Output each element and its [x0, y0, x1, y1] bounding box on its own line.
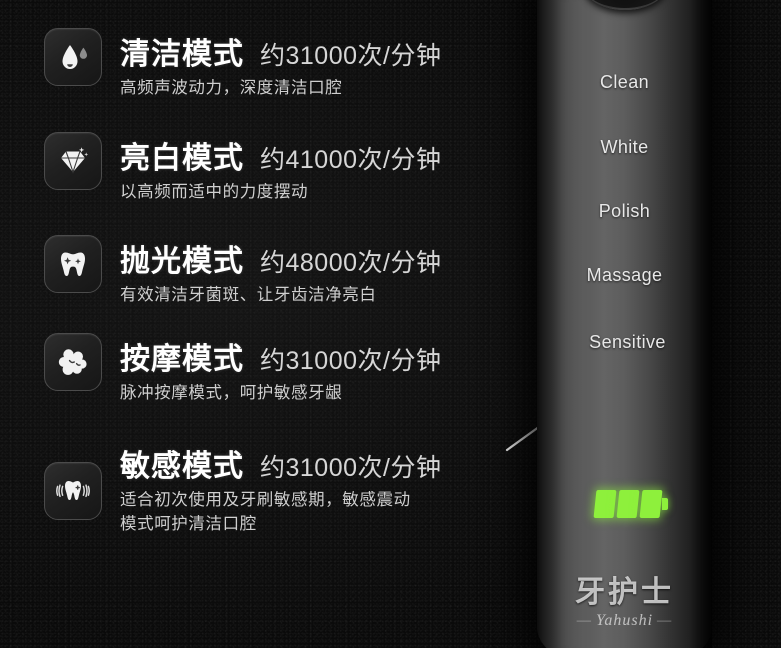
feature-text-massage: 按摩模式 约31000次/分钟 脉冲按摩模式，呵护敏感牙龈: [120, 333, 441, 406]
bubble-cluster-icon: [44, 333, 102, 391]
mode-description-line1: 脉冲按摩模式，呵护敏感牙龈: [120, 384, 343, 402]
power-button[interactable]: [582, 0, 667, 10]
tooth-sparkle-icon: [44, 235, 102, 293]
feature-title-row: 抛光模式 约48000次/分钟: [120, 236, 441, 280]
mode-frequency: 约41000次/分钟: [260, 146, 442, 174]
mode-name: 敏感模式: [120, 450, 244, 483]
feature-row-sensitive: 敏感模式 约31000次/分钟 适合初次使用及牙刷敏感期，敏感震动 模式呵护清洁…: [44, 440, 441, 537]
device-mode-label-clean[interactable]: Clean: [537, 72, 712, 93]
feature-title-row: 亮白模式 约41000次/分钟: [120, 133, 441, 177]
mode-description-line1: 高频声波动力，深度清洁口腔: [120, 79, 343, 97]
mode-description: 适合初次使用及牙刷敏感期，敏感震动 模式呵护清洁口腔: [120, 489, 441, 537]
diamond-sparkle-icon: [44, 132, 102, 190]
feature-row-massage: 按摩模式 约31000次/分钟 脉冲按摩模式，呵护敏感牙龈: [44, 333, 441, 406]
mode-description-line1: 有效清洁牙菌斑、让牙齿洁净亮白: [120, 286, 377, 304]
device-mode-label-massage[interactable]: Massage: [537, 265, 712, 286]
feature-text-white: 亮白模式 约41000次/分钟 以高频而适中的力度摆动: [120, 132, 441, 205]
feature-text-clean: 清洁模式 约31000次/分钟 高频声波动力，深度清洁口腔: [120, 28, 441, 101]
tooth-vibration-icon: [44, 462, 102, 520]
mode-name: 抛光模式: [120, 245, 244, 278]
feature-row-white: 亮白模式 约41000次/分钟 以高频而适中的力度摆动: [44, 132, 441, 205]
device-mode-label-polish[interactable]: Polish: [537, 201, 712, 222]
feature-row-clean: 清洁模式 约31000次/分钟 高频声波动力，深度清洁口腔: [44, 28, 441, 101]
device-mode-label-white[interactable]: White: [537, 137, 712, 158]
feature-text-sensitive: 敏感模式 约31000次/分钟 适合初次使用及牙刷敏感期，敏感震动 模式呵护清洁…: [120, 440, 441, 537]
mode-description: 有效清洁牙菌斑、让牙齿洁净亮白: [120, 284, 441, 308]
battery-bar: [639, 490, 663, 518]
toothbrush-handle: Clean White Polish Massage Sensitive 牙护士…: [537, 0, 712, 648]
feature-title-row: 敏感模式 约31000次/分钟: [120, 441, 441, 485]
brand-name-cn: 牙护士: [575, 576, 674, 609]
handle-shadow-edge: [690, 0, 712, 648]
feature-text-polish: 抛光模式 约48000次/分钟 有效清洁牙菌斑、让牙齿洁净亮白: [120, 235, 441, 308]
handle-highlight: [561, 0, 587, 648]
battery-terminal: [662, 498, 668, 510]
mode-frequency: 约31000次/分钟: [260, 42, 442, 70]
mode-description: 高频声波动力，深度清洁口腔: [120, 77, 441, 101]
feature-row-polish: 抛光模式 约48000次/分钟 有效清洁牙菌斑、让牙齿洁净亮白: [44, 235, 441, 308]
mode-frequency: 约31000次/分钟: [260, 347, 442, 375]
mode-name: 按摩模式: [120, 343, 244, 376]
mode-frequency: 约48000次/分钟: [260, 249, 442, 277]
mode-description: 脉冲按摩模式，呵护敏感牙龈: [120, 382, 441, 406]
device-mode-label-sensitive[interactable]: Sensitive: [537, 332, 712, 353]
feature-title-row: 清洁模式 约31000次/分钟: [120, 29, 441, 73]
mode-description-line2: 模式呵护清洁口腔: [120, 514, 257, 533]
mode-description: 以高频而适中的力度摆动: [120, 181, 441, 205]
brand-name-en: Yahushi: [537, 612, 712, 630]
mode-name: 亮白模式: [120, 142, 244, 175]
battery-bar: [593, 490, 617, 518]
feature-title-row: 按摩模式 约31000次/分钟: [120, 334, 441, 378]
infographic-canvas: 清洁模式 约31000次/分钟 高频声波动力，深度清洁口腔 亮白模式 约4100…: [0, 0, 781, 648]
battery-indicator: [593, 490, 668, 518]
brand-logo: 牙护士 Yahushi: [537, 567, 712, 630]
battery-bar: [616, 490, 640, 518]
mode-name: 清洁模式: [120, 38, 244, 71]
mode-description-line1: 适合初次使用及牙刷敏感期，敏感震动: [120, 491, 411, 509]
mode-description-line1: 以高频而适中的力度摆动: [120, 183, 309, 201]
water-drop-icon: [44, 28, 102, 86]
mode-frequency: 约31000次/分钟: [260, 454, 442, 482]
